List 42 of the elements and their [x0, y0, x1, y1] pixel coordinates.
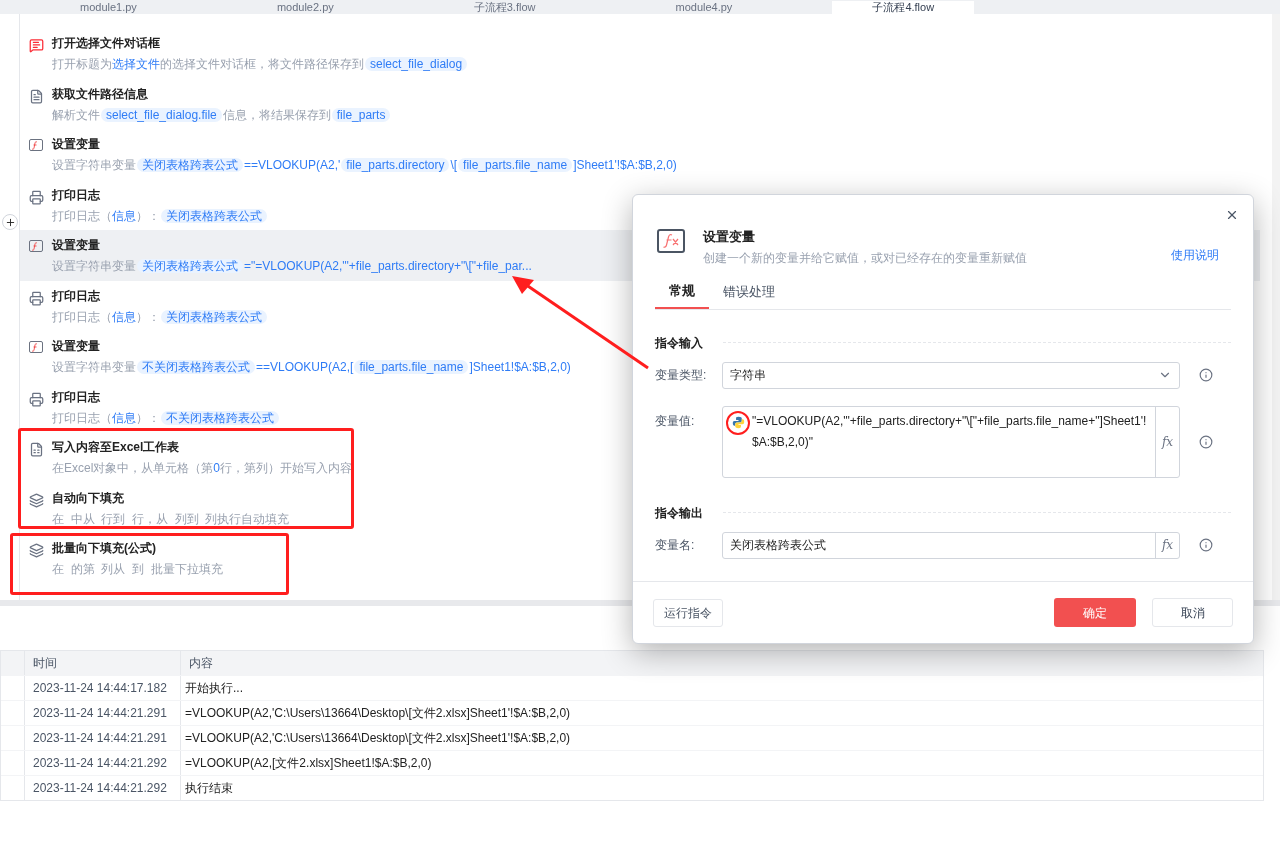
step-description: 在 的第 列从 到 批量下拉填充 — [52, 561, 223, 578]
time-cell: 2023-11-24 14:44:21.291 — [25, 701, 181, 725]
section-heading: 指令输入 — [655, 334, 703, 352]
column-header: 时间 — [25, 651, 181, 675]
value-text: "=VLOOKUP(A2,'"+file_parts.directory+"\["+file_parts.file_name+"]Sheet1'!$A:$B,2,0)" — [752, 412, 1148, 451]
time-cell: 2023-11-24 14:44:17.182 — [25, 676, 181, 700]
step-description: 打印日志（信息）： 不关闭表格跨表公式 — [52, 408, 280, 427]
content-cell-text: 执行结束 — [184, 780, 234, 797]
dialog-title: 设置变量 — [703, 229, 756, 245]
time-cell: 2023-11-24 14:44:21.291 — [25, 726, 181, 750]
content-cell-text: =VLOOKUP(A2,[文件2.xlsx]Sheet1!$A:$B,2,0) — [184, 755, 433, 772]
step-title: 设置变量 — [52, 338, 101, 355]
step-description: 解析文件 select_file_dialog.file 信息，将结果保存到 file_parts — [52, 105, 392, 124]
section-heading: 指令输出 — [655, 504, 703, 522]
dialog-subtitle: 创建一个新的变量并给它赋值，或对已经存在的变量重新赋值 — [703, 250, 1028, 267]
field-label: 变量值: — [655, 412, 696, 430]
step-title: 打印日志 — [52, 287, 101, 305]
step-description: 设置字符串变量 关闭表格跨表公式 ="=VLOOKUP(A2,'"+file_parts.directory+"\["+file_par... — [52, 258, 532, 275]
step-description: 打开标题为选择文件的选择文件对话框，将文件路径保存到 select_file_dialog — [52, 55, 469, 73]
step-title: 批量向下填充(公式) — [52, 540, 157, 557]
step-description: 在 中从 行到 行，从 列到 列执行自动填充 — [52, 510, 290, 528]
content-cell-text: 开始执行... — [184, 680, 244, 697]
step-description: 在Excel对象中，从单元格（第0行，第列）开始写入内容 — [52, 460, 353, 477]
step-title: 获取文件路径信息 — [52, 85, 149, 103]
time-cell: 2023-11-24 14:44:21.292 — [25, 751, 181, 775]
step-description: 打印日志（信息）： 关闭表格跨表公式 — [52, 307, 268, 326]
step-description: 设置字符串变量 关闭表格跨表公式 ==VLOOKUP(A2,' file_parts.directory \[ file_parts.file_name ]Sheet1'!$A:$B,2,0) — [52, 157, 677, 174]
content-cell-text: =VLOOKUP(A2,'C:\Users\13664\Desktop\[文件2.xlsx]Sheet1'!$A:$B,2,0) — [184, 705, 572, 722]
time-cell: 2023-11-24 14:44:21.292 — [25, 776, 181, 800]
step-title: 设置变量 — [52, 136, 101, 153]
column-header: 内容 — [188, 655, 214, 672]
step-description: 打印日志（信息）： 关闭表格跨表公式 — [52, 206, 268, 225]
field-label: 变量类型: — [655, 367, 708, 384]
step-title: 打开选择文件对话框 — [52, 35, 161, 52]
step-title: 写入内容至Excel工作表 — [52, 439, 181, 456]
content-cell-text: =VLOOKUP(A2,'C:\Users\13664\Desktop\[文件2.xlsx]Sheet1'!$A:$B,2,0) — [184, 730, 572, 747]
step-title: 设置变量 — [52, 237, 101, 254]
field-label: 变量名: — [655, 537, 696, 554]
step-title: 打印日志 — [52, 186, 101, 204]
step-description: 设置字符串变量 不关闭表格跨表公式 ==VLOOKUP(A2,[ file_parts.file_name ]Sheet1!$A:$B,2,0) — [52, 359, 571, 376]
step-title: 打印日志 — [52, 388, 101, 406]
step-title: 自动向下填充 — [52, 489, 125, 507]
